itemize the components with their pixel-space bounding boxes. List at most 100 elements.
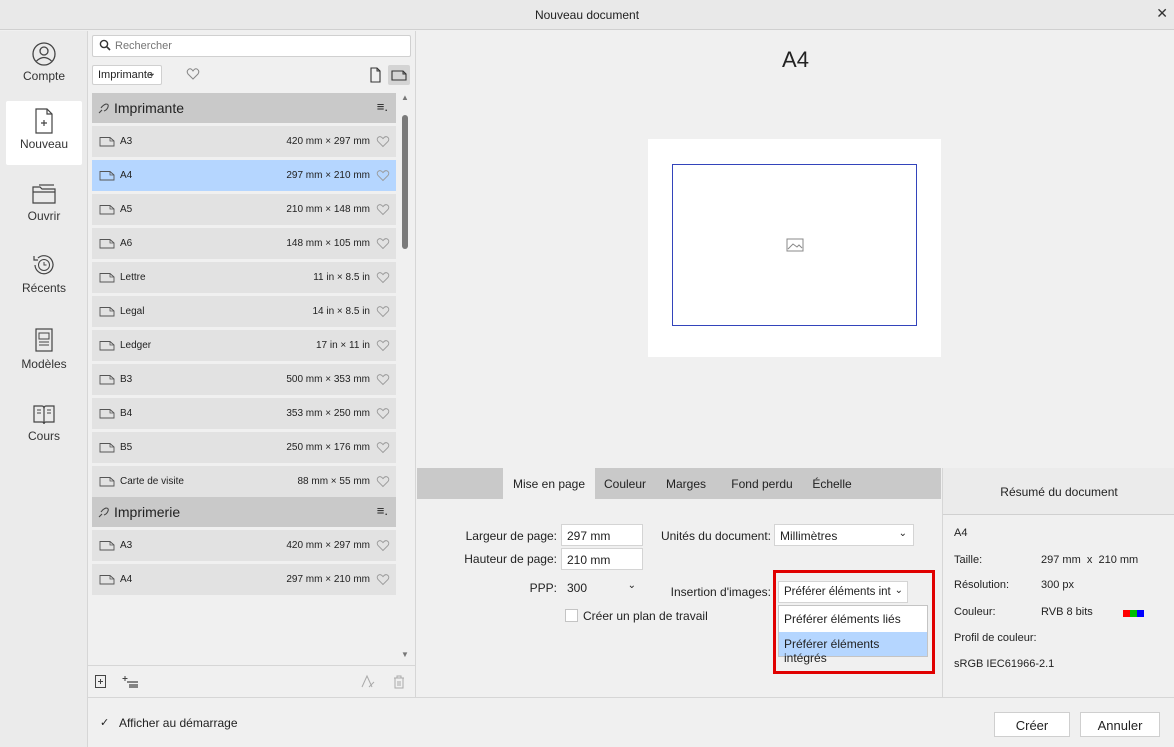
favorite-filter-icon[interactable] xyxy=(186,67,200,81)
show-on-start-label: Afficher au démarrage xyxy=(119,716,238,730)
favorite-heart-icon[interactable] xyxy=(376,169,390,185)
preset-name: Lettre xyxy=(120,272,146,283)
portrait-button[interactable] xyxy=(364,65,386,85)
tab-layout[interactable]: Mise en page xyxy=(503,468,595,499)
option-embedded[interactable]: Préférer éléments intégrés xyxy=(779,632,927,665)
tab-margins[interactable]: Marges xyxy=(661,468,711,499)
history-icon xyxy=(33,255,54,275)
image-insertion-select[interactable]: Préférer éléments int ⌄ xyxy=(778,581,908,603)
summary-name: A4 xyxy=(954,527,968,539)
add-preset-icon[interactable] xyxy=(94,674,108,689)
preset-row[interactable]: A3 420 mm × 297 mm xyxy=(92,126,396,157)
preset-row[interactable]: A6 148 mm × 105 mm xyxy=(92,228,396,259)
close-icon[interactable]: ✕ xyxy=(1156,5,1168,22)
favorite-heart-icon[interactable] xyxy=(376,573,390,589)
preset-row[interactable]: A4 297 mm × 210 mm xyxy=(92,564,396,595)
preset-size: 88 mm × 55 mm xyxy=(297,476,370,487)
create-button[interactable]: Créer xyxy=(994,712,1070,737)
group-header[interactable]: Imprimante ≡. xyxy=(92,93,396,123)
preset-name: A3 xyxy=(120,540,133,551)
preset-size: 420 mm × 297 mm xyxy=(286,136,370,147)
preview-margin-frame xyxy=(672,164,917,326)
nav-new-label: Nouveau xyxy=(19,137,69,151)
units-label: Unités du document: xyxy=(660,529,771,543)
preset-size: 420 mm × 297 mm xyxy=(286,540,370,551)
preset-name: A4 xyxy=(120,170,133,181)
nav-account[interactable]: Compte xyxy=(6,35,82,99)
chevron-down-icon: ⌄ xyxy=(894,585,903,596)
tab-bleed[interactable]: Fond perdu xyxy=(722,468,802,499)
preset-row[interactable]: A4 297 mm × 210 mm xyxy=(92,160,396,191)
landscape-page-icon xyxy=(99,170,115,184)
document-summary: Résumé du document A4 Taille: 297 mm x 2… xyxy=(942,468,1174,697)
preset-row[interactable]: Carte de visite 88 mm × 55 mm xyxy=(92,466,396,497)
preset-row[interactable]: A5 210 mm × 148 mm xyxy=(92,194,396,225)
search-input[interactable] xyxy=(115,38,395,54)
cancel-button[interactable]: Annuler xyxy=(1080,712,1160,737)
favorite-heart-icon[interactable] xyxy=(376,135,390,151)
preset-row[interactable]: Legal 14 in × 8.5 in xyxy=(92,296,396,327)
delete-icon[interactable] xyxy=(392,674,406,690)
page-height-label: Hauteur de page: xyxy=(464,552,557,566)
category-select[interactable]: Imprimante ⌄ xyxy=(92,65,162,85)
preset-row[interactable]: Lettre 11 in × 8.5 in xyxy=(92,262,396,293)
summary-profile-value: sRGB IEC61966-2.1 xyxy=(954,658,1055,670)
option-linked[interactable]: Préférer éléments liés xyxy=(779,607,927,631)
preset-row[interactable]: A3 420 mm × 297 mm xyxy=(92,530,396,561)
favorite-heart-icon[interactable] xyxy=(376,441,390,457)
list-footer xyxy=(88,665,416,697)
nav-open[interactable]: Ouvrir xyxy=(6,175,82,239)
nav-open-label: Ouvrir xyxy=(27,209,61,223)
nav-courses[interactable]: Cours xyxy=(6,395,82,459)
favorite-heart-icon[interactable] xyxy=(376,407,390,423)
preset-row[interactable]: Ledger 17 in × 11 in xyxy=(92,330,396,361)
favorite-heart-icon[interactable] xyxy=(376,373,390,389)
sort-menu-icon[interactable]: ≡. xyxy=(377,99,388,114)
red-swatch xyxy=(1123,610,1130,617)
add-category-icon[interactable] xyxy=(122,674,140,689)
rename-icon[interactable] xyxy=(360,674,376,689)
nav-new[interactable]: Nouveau xyxy=(6,101,82,165)
summary-size-value: 297 mm x 210 mm xyxy=(1041,554,1139,566)
landscape-icon xyxy=(391,70,407,81)
image-insertion-options: Préférer éléments liés Préférer éléments… xyxy=(778,605,928,665)
list-scrollbar[interactable]: ▲ ▼ xyxy=(400,93,410,659)
show-on-start-checkbox[interactable]: ✓ xyxy=(100,716,109,729)
nav-courses-label: Cours xyxy=(27,429,60,443)
preset-row[interactable]: B3 500 mm × 353 mm xyxy=(92,364,396,395)
nav-recent[interactable]: Récents xyxy=(6,245,82,309)
favorite-heart-icon[interactable] xyxy=(376,203,390,219)
favorite-heart-icon[interactable] xyxy=(376,271,390,287)
preset-name: B5 xyxy=(120,442,133,453)
tab-scale[interactable]: Échelle xyxy=(808,468,856,499)
landscape-button[interactable] xyxy=(388,65,410,85)
landscape-page-icon xyxy=(99,204,115,218)
artboard-checkbox[interactable] xyxy=(565,609,578,622)
book-icon xyxy=(33,405,55,425)
preset-name: A4 xyxy=(120,574,133,585)
summary-resolution-value: 300 px xyxy=(1041,579,1075,591)
tab-color[interactable]: Couleur xyxy=(599,468,651,499)
nav-templates[interactable]: Modèles xyxy=(6,321,82,385)
scroll-up-icon[interactable]: ▲ xyxy=(401,93,409,102)
nav-account-label: Compte xyxy=(22,69,66,83)
favorite-heart-icon[interactable] xyxy=(376,475,390,491)
group-header[interactable]: Imprimerie ≡. xyxy=(92,497,396,527)
search-box[interactable] xyxy=(92,35,411,57)
preset-row[interactable]: B5 250 mm × 176 mm xyxy=(92,432,396,463)
preset-row[interactable]: B4 353 mm × 250 mm xyxy=(92,398,396,429)
sort-menu-icon[interactable]: ≡. xyxy=(377,503,388,518)
scroll-thumb[interactable] xyxy=(402,115,408,249)
favorite-heart-icon[interactable] xyxy=(376,539,390,555)
favorite-heart-icon[interactable] xyxy=(376,237,390,253)
dialog-footer: ✓ Afficher au démarrage Créer Annuler xyxy=(88,697,1174,747)
scroll-down-icon[interactable]: ▼ xyxy=(401,650,409,659)
account-icon xyxy=(32,42,56,66)
favorite-heart-icon[interactable] xyxy=(376,305,390,321)
link-icon xyxy=(97,506,111,522)
preview-page xyxy=(648,139,941,357)
page-height-field[interactable]: 210 mm xyxy=(561,548,643,570)
landscape-page-icon xyxy=(99,574,115,588)
favorite-heart-icon[interactable] xyxy=(376,339,390,355)
units-select[interactable]: Millimètres ⌄ xyxy=(774,524,914,546)
